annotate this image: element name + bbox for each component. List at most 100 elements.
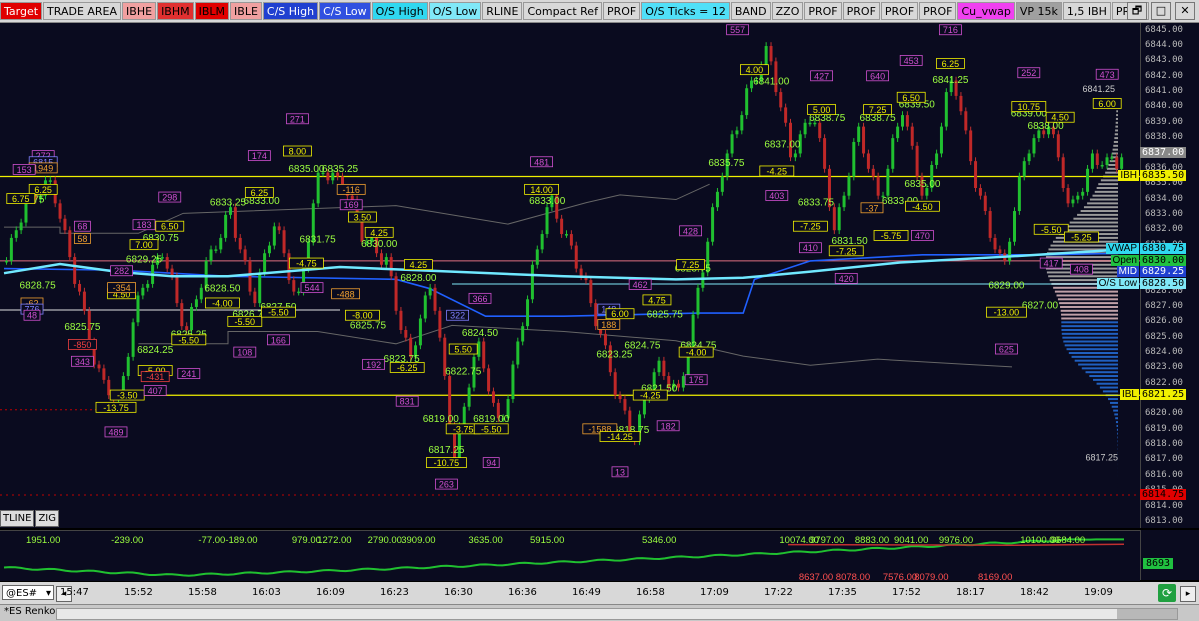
- swing-price-label: 6831.75: [300, 234, 337, 245]
- toolbar-button-11[interactable]: Compact Ref: [523, 2, 602, 20]
- volume-profile-bar: [1116, 122, 1118, 124]
- delta-box-text: 4.00: [746, 65, 764, 75]
- volume-profile-bar: [1082, 367, 1118, 369]
- swing-price-label: 6822.75: [445, 367, 482, 378]
- toolbar-button-13[interactable]: O/S Ticks = 12: [641, 2, 730, 20]
- level-value: 6835.50: [1140, 170, 1186, 181]
- toolbar-button-17[interactable]: PROF: [843, 2, 880, 20]
- toolbar-button-20[interactable]: Cu_vwap: [957, 2, 1014, 20]
- toolbar-button-16[interactable]: PROF: [804, 2, 841, 20]
- swing-price-label: 6837.00: [764, 139, 801, 150]
- toolbar-button-9[interactable]: O/S Low: [429, 2, 482, 20]
- maximize-icon[interactable]: □: [1151, 2, 1171, 20]
- toolbar-button-2[interactable]: IBHE: [122, 2, 156, 20]
- delta-box-text: 420: [839, 274, 854, 284]
- candle-body: [1028, 153, 1031, 161]
- toolbar-button-5[interactable]: IBLE: [230, 2, 262, 20]
- toolbar-button-4[interactable]: IBLM: [195, 2, 229, 20]
- toolbar-button-7[interactable]: C/S Low: [319, 2, 371, 20]
- volume-profile-bar: [1081, 210, 1118, 212]
- swing-price-label: 6835.00: [904, 179, 941, 190]
- candle-body: [740, 115, 743, 130]
- price-tick: 6834.00: [1145, 194, 1183, 204]
- delta-box: 4.25: [404, 260, 432, 271]
- price-tick: 6842.00: [1145, 71, 1183, 81]
- candle-body: [132, 322, 135, 357]
- toolbar-button-18[interactable]: PROF: [881, 2, 918, 20]
- delta-box-text: 7.25: [869, 105, 887, 115]
- delta-box: 403: [766, 191, 788, 202]
- toolbar-button-0[interactable]: Target: [0, 2, 42, 20]
- candle-body: [521, 326, 524, 341]
- toolbar-button-15[interactable]: ZZO: [772, 2, 804, 20]
- symbol-label: @ES#: [6, 588, 37, 599]
- delta-box: -4.75: [289, 258, 323, 269]
- swing-price-label: 6825.75: [647, 310, 684, 321]
- toolbar-button-12[interactable]: PROF: [603, 2, 640, 20]
- delta-box: 4.75: [643, 295, 671, 306]
- candle-body: [424, 295, 427, 318]
- candle-body: [623, 399, 626, 411]
- delta-box: 183: [133, 220, 155, 231]
- delta-box: 625: [995, 344, 1017, 355]
- delta-box-text: -13.75: [103, 403, 129, 413]
- close-icon[interactable]: ✕: [1175, 2, 1195, 20]
- tline-button[interactable]: TLINE: [0, 510, 34, 527]
- candle-body: [219, 238, 222, 250]
- delta-box: 169: [340, 200, 362, 211]
- price-tick: 6820.00: [1145, 408, 1183, 418]
- delta-box-text: -3.75: [453, 424, 474, 434]
- delta-box-text: -5.50: [179, 335, 200, 345]
- horizontal-scrollbar[interactable]: [56, 608, 1178, 620]
- candle-body: [662, 361, 665, 376]
- candle-body: [399, 311, 402, 330]
- candle-body: [1057, 134, 1060, 157]
- candle-body: [526, 299, 529, 326]
- volume-profile-bar: [1063, 341, 1118, 343]
- indicator-value-label: 3909.00: [401, 535, 435, 546]
- indicator-panel[interactable]: 1951.00-239.00-77.00-189.00979.001272.00…: [0, 530, 1140, 581]
- level-value: 6830.75: [1140, 243, 1186, 254]
- symbol-selector[interactable]: @ES# ▾: [2, 585, 54, 600]
- price-chart-svg[interactable]: 6835.006832.756829.256830.756828.756825.…: [0, 23, 1140, 528]
- delta-box-text: 6.50: [902, 93, 920, 103]
- toolbar-button-21[interactable]: VP 15k: [1016, 2, 1062, 20]
- indicator-value-label: 9684.00: [1051, 535, 1085, 546]
- swing-price-label: 6824.50: [462, 328, 499, 339]
- candle-body: [779, 92, 782, 107]
- toolbar-button-8[interactable]: O/S High: [372, 2, 428, 20]
- toolbar-button-22[interactable]: 1,5 IBH: [1063, 2, 1111, 20]
- candle-body: [531, 265, 534, 300]
- delta-box-text: 4.50: [1051, 113, 1069, 123]
- candle-body: [1008, 242, 1011, 261]
- toolbar-button-14[interactable]: BAND: [731, 2, 771, 20]
- candle-body: [1081, 192, 1084, 196]
- volume-profile-bar: [1077, 214, 1118, 216]
- candle-body: [711, 207, 714, 242]
- restore-icon[interactable]: 🗗: [1127, 2, 1147, 20]
- toolbar-button-3[interactable]: IBHM: [157, 2, 194, 20]
- delta-box-text: -37: [865, 203, 878, 213]
- toolbar-button-10[interactable]: RLINE: [482, 2, 522, 20]
- toolbar-button-1[interactable]: TRADE AREA: [43, 2, 121, 20]
- delta-box: 6.50: [897, 92, 925, 103]
- level-tag: Open: [1111, 255, 1139, 266]
- delta-box: 6.25: [936, 59, 964, 70]
- toolbar-button-19[interactable]: PROF: [919, 2, 956, 20]
- scroll-right-icon[interactable]: ▸: [1180, 586, 1196, 602]
- candle-body: [78, 284, 81, 292]
- time-tick: 16:30: [444, 587, 473, 598]
- candle-body: [565, 234, 568, 236]
- candle-body: [1062, 157, 1065, 188]
- delta-box: -8.00: [345, 310, 379, 321]
- candle-body: [317, 173, 320, 204]
- level-value: 6830.00: [1140, 255, 1186, 266]
- toolbar-button-6[interactable]: C/S High: [263, 2, 318, 20]
- zig-button[interactable]: ZIG: [35, 510, 59, 527]
- candle-body: [843, 196, 846, 208]
- candle-body: [511, 365, 514, 400]
- time-axis[interactable]: @ES# ▾ ◂ ⟳ ▸ 15:4715:5215:5816:0316:0916…: [0, 582, 1199, 604]
- scrollbar-thumb[interactable]: [1117, 609, 1177, 619]
- refresh-icon[interactable]: ⟳: [1158, 584, 1176, 602]
- volume-profile-bar: [1067, 348, 1118, 350]
